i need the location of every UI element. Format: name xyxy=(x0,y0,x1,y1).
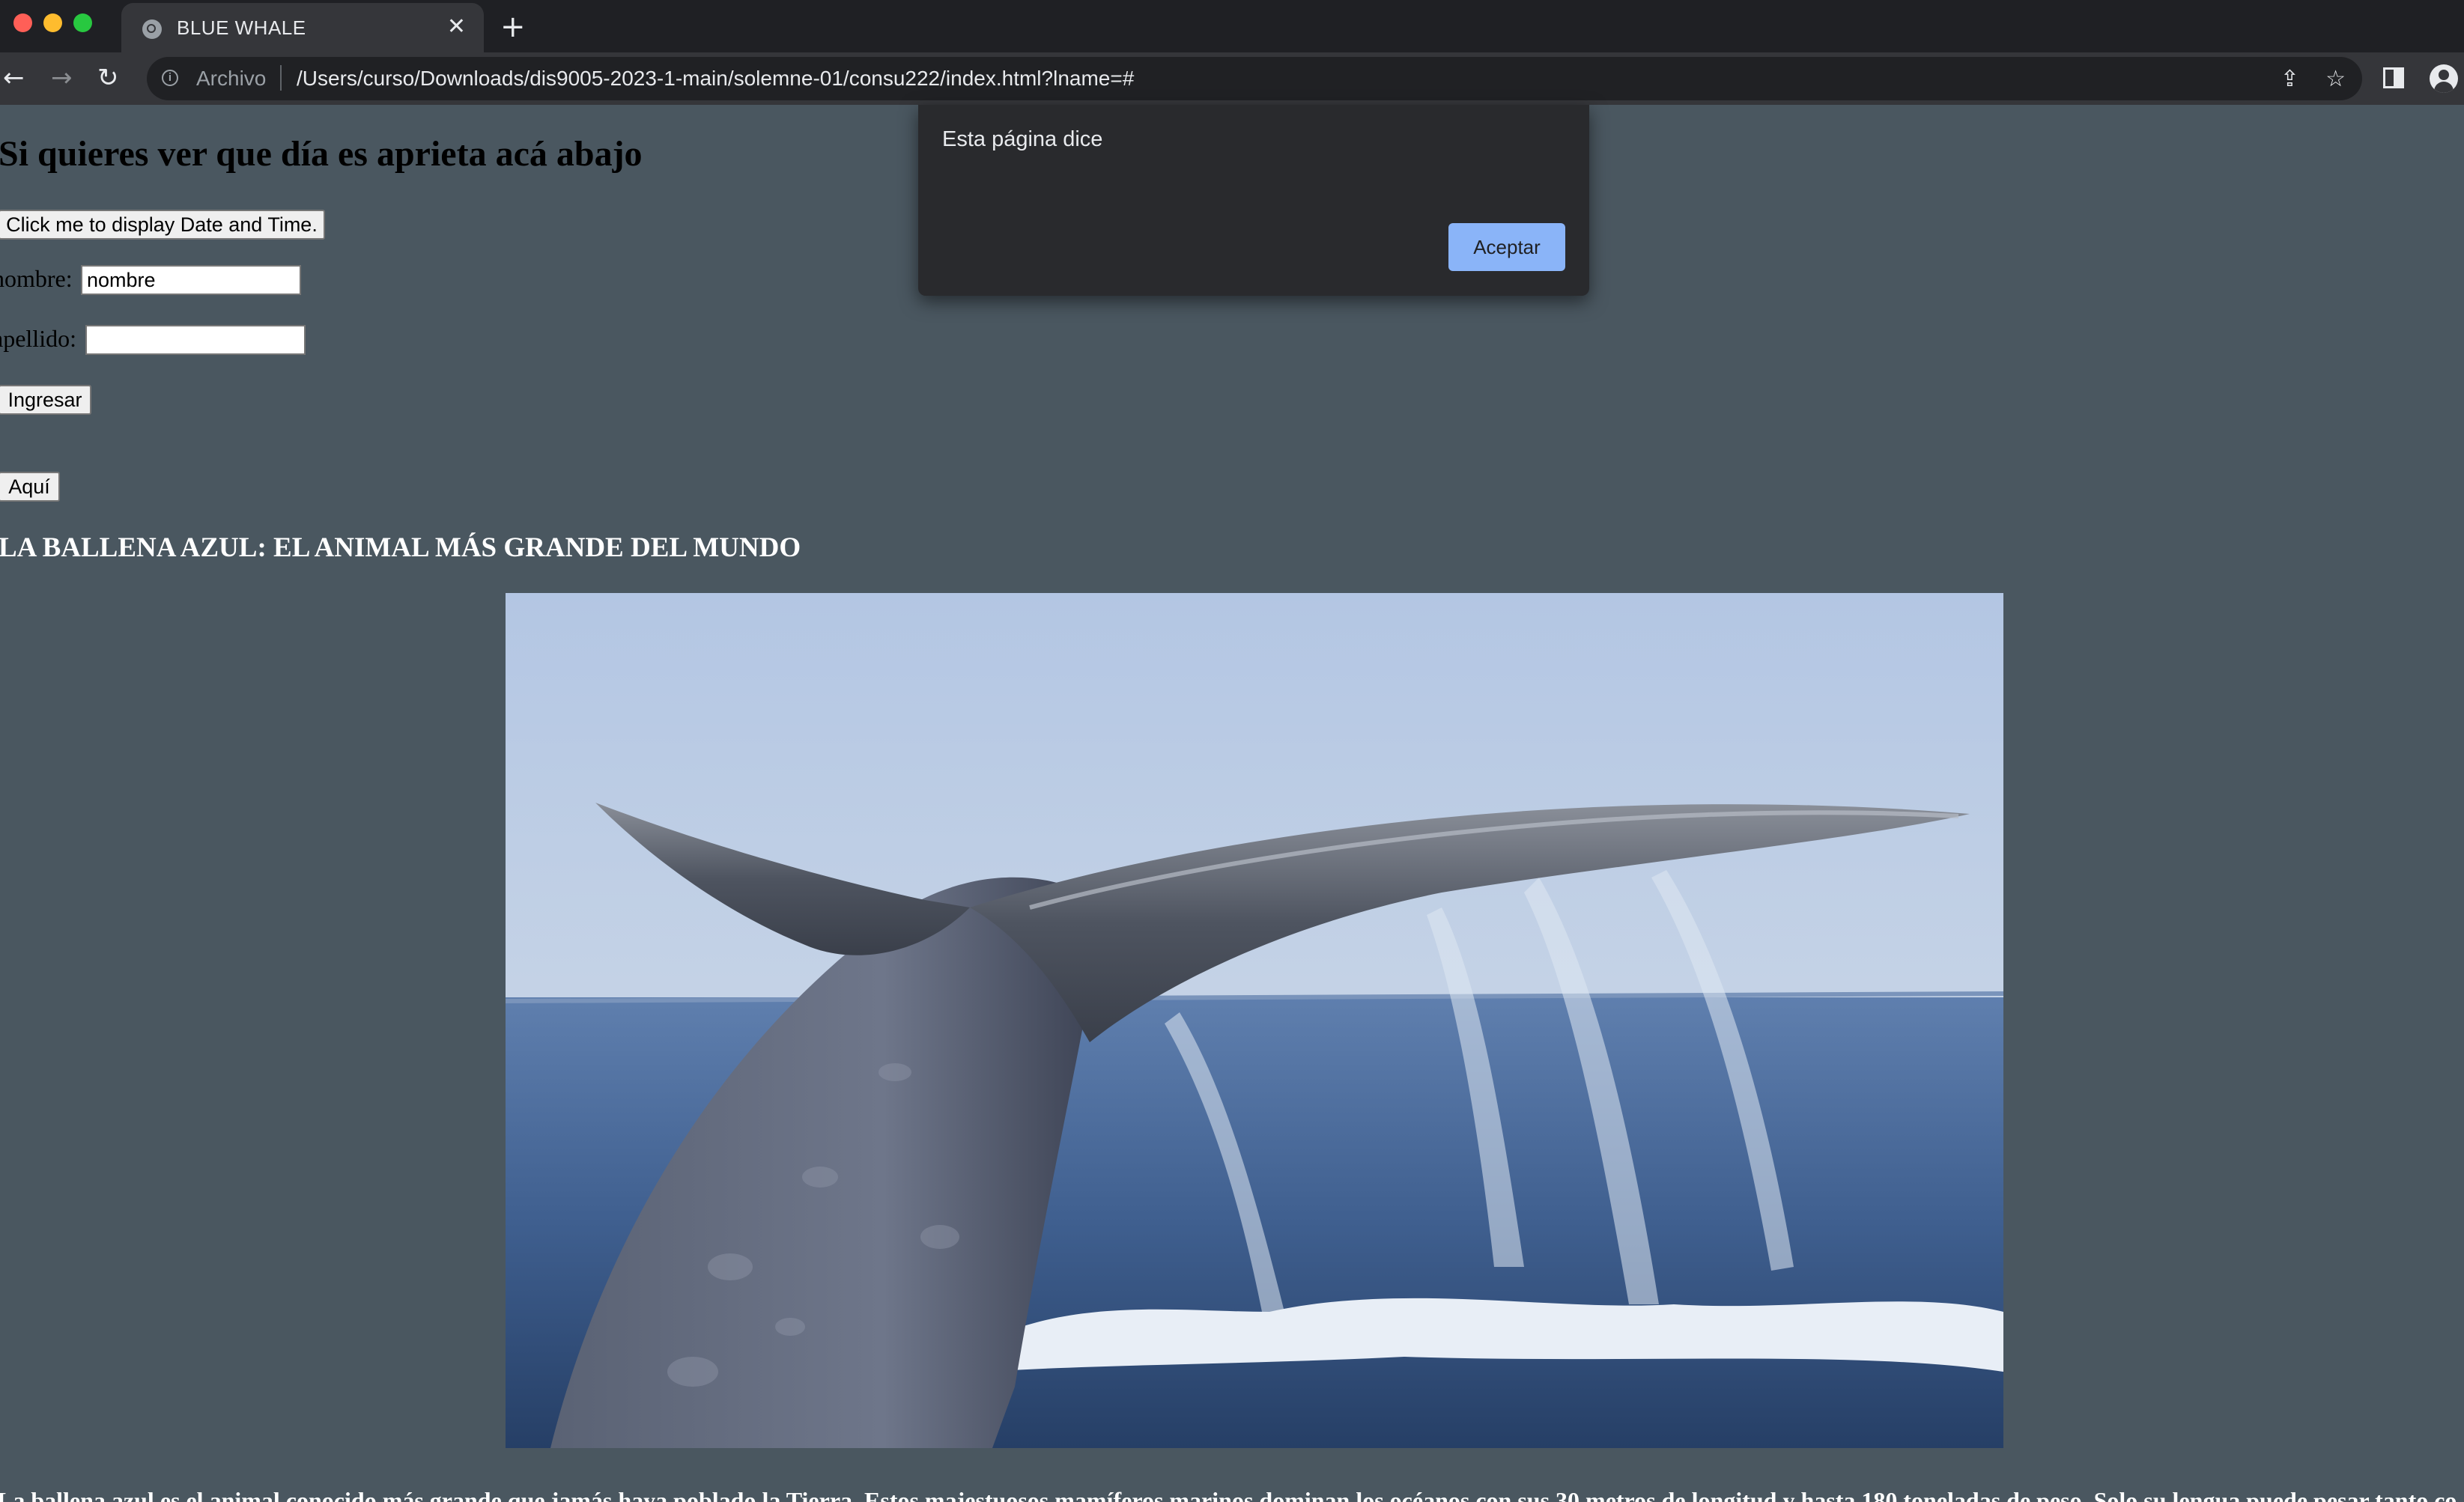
alert-dialog: Esta página dice Aceptar xyxy=(918,105,1589,296)
page-heading: Si quieres ver que día es aprieta acá ab… xyxy=(0,134,643,174)
close-window-button[interactable] xyxy=(13,13,32,32)
whale-section-heading: LA BALLENA AZUL: EL ANIMAL MÁS GRANDE DE… xyxy=(0,532,801,563)
nombre-label: nombre: xyxy=(0,265,73,292)
tab-bar: BLUE WHALE ✕ + xyxy=(0,0,2464,52)
url-separator xyxy=(280,65,282,91)
info-icon[interactable]: i xyxy=(162,70,178,86)
whale-paragraph: La ballena azul es el animal conocido má… xyxy=(0,1487,2457,1502)
close-tab-icon[interactable]: ✕ xyxy=(447,12,466,42)
back-arrow-icon[interactable]: ← xyxy=(3,60,25,96)
address-bar[interactable]: i Archivo /Users/curso/Downloads/dis9005… xyxy=(147,57,2362,100)
url-scheme-label: Archivo xyxy=(196,67,267,90)
browser-tab[interactable]: BLUE WHALE ✕ xyxy=(121,3,484,52)
maximize-window-button[interactable] xyxy=(73,13,92,32)
star-icon[interactable]: ☆ xyxy=(2325,64,2346,94)
profile-icon[interactable] xyxy=(2430,64,2458,93)
accept-button[interactable]: Aceptar xyxy=(1448,223,1565,271)
display-date-button[interactable]: Click me to display Date and Time. xyxy=(0,210,325,240)
share-icon[interactable]: ⇪ xyxy=(2281,64,2299,94)
side-panel-icon[interactable] xyxy=(2383,67,2404,88)
globe-icon xyxy=(142,19,162,39)
tab-title: BLUE WHALE xyxy=(177,16,306,39)
browser-toolbar: ← → ↻ i Archivo /Users/curso/Downloads/d… xyxy=(0,52,2464,105)
page-content: Si quieres ver que día es aprieta acá ab… xyxy=(0,105,2464,1502)
ingresar-button[interactable]: Ingresar xyxy=(0,385,91,415)
url-text[interactable]: /Users/curso/Downloads/dis9005-2023-1-ma… xyxy=(297,67,1134,91)
reload-icon[interactable]: ↻ xyxy=(97,60,119,96)
apellido-label: apellido: xyxy=(0,325,76,352)
apellido-input[interactable] xyxy=(85,325,306,355)
minimize-window-button[interactable] xyxy=(43,13,62,32)
aqui-button[interactable]: Aquí xyxy=(0,472,60,502)
forward-arrow-icon[interactable]: → xyxy=(51,60,73,96)
blue-whale-tail-photo xyxy=(506,593,2003,1448)
nombre-input[interactable] xyxy=(81,265,301,295)
new-tab-button[interactable]: + xyxy=(500,6,526,48)
alert-title: Esta página dice xyxy=(942,127,1103,151)
